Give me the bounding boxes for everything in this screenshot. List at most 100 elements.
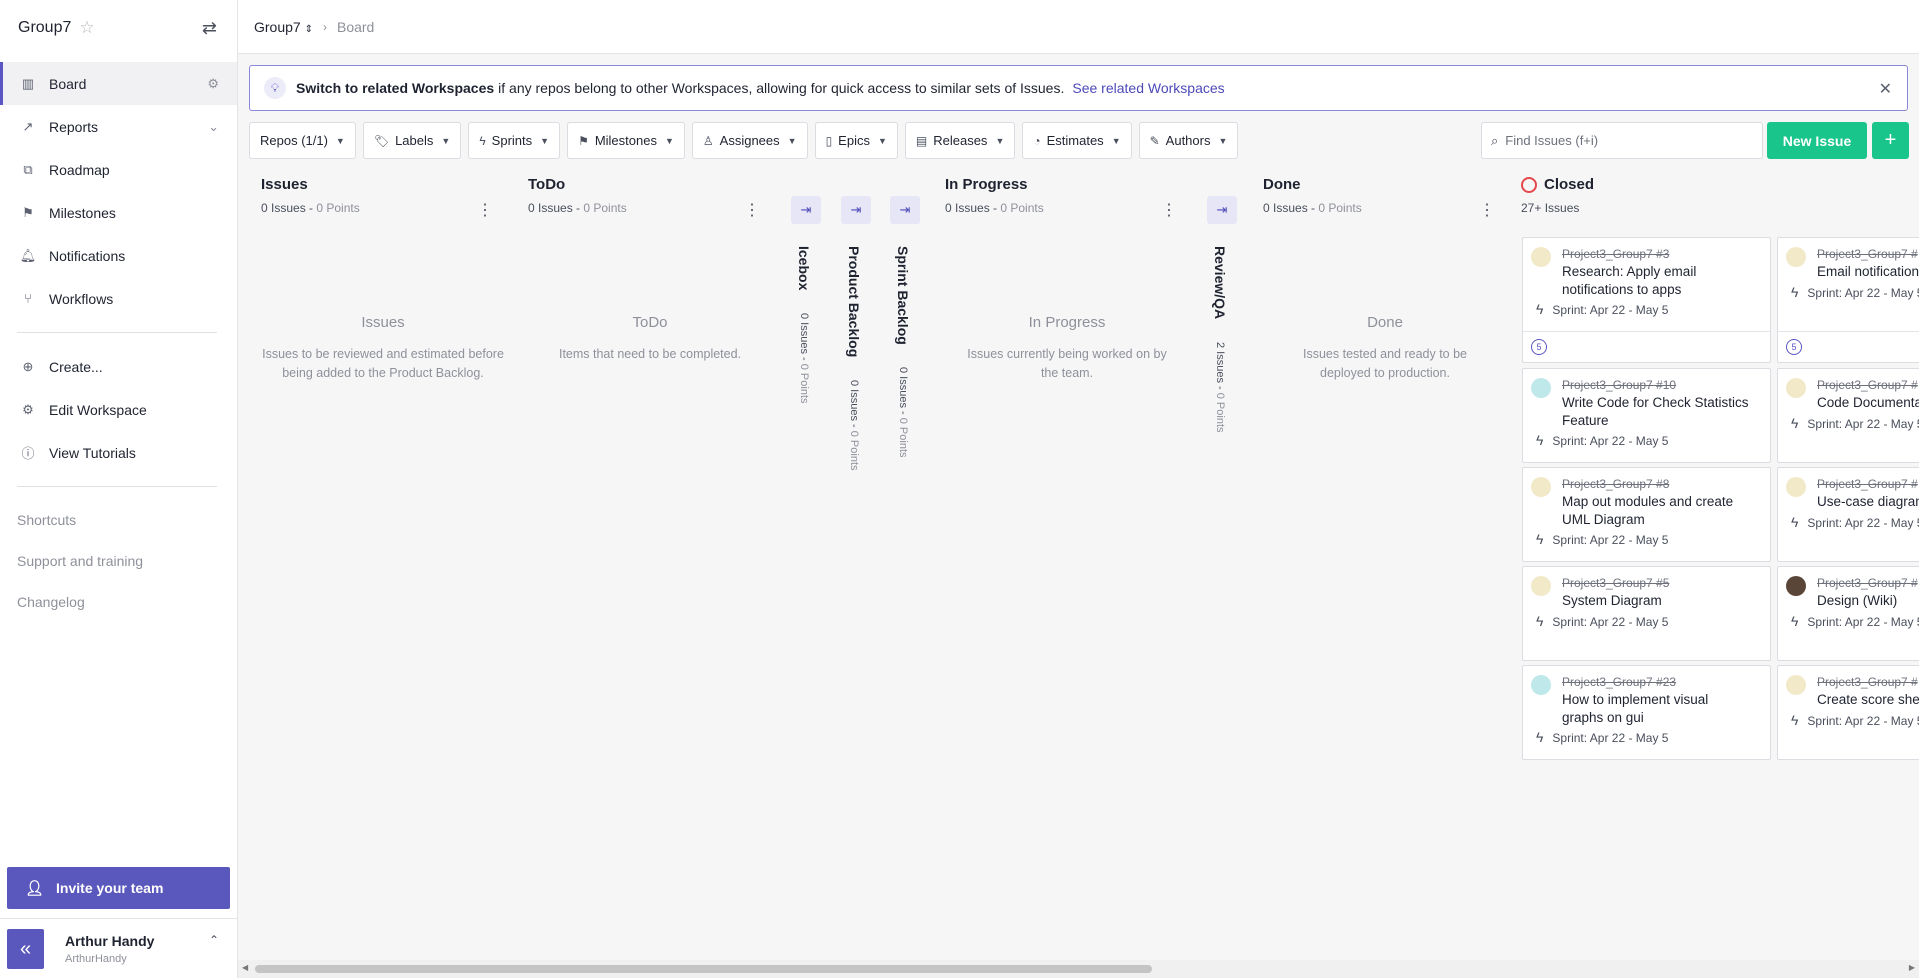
issue-title: System Diagram [1562,593,1662,608]
sidebar-item-roadmap[interactable]: ⧉ Roadmap [0,148,237,191]
issue-number: Project3_Group7 #5 [1562,576,1670,590]
filter-assignees[interactable]: ♙ Assignees ▼ [691,122,808,159]
column-title: ToDo [528,176,566,193]
estimate-badge: 5 [1786,339,1802,355]
column-count: 0 Issues - 0 Points [945,201,1044,215]
chevron-down-icon: ▼ [1218,135,1228,146]
issue-card[interactable]: Project3_Group7 #5 System Diagram ϟ Sprin… [1522,566,1771,661]
issue-number: Project3_Group7 # [1817,378,1918,392]
scroll-left-icon[interactable]: ◀ [242,963,248,972]
filter-releases[interactable]: ▤ Releases ▼ [904,122,1016,159]
bolt-icon: ϟ [1536,301,1544,317]
collapsed-column-product-backlog[interactable]: ⇥ Product Backlog 0 Issues - 0 Points [841,196,871,470]
filter-repos[interactable]: Repos (1/1) ▼ [249,122,356,159]
chevron-up-icon[interactable]: ⌃ [209,933,219,947]
expand-icon[interactable]: ⇥ [890,196,920,224]
scroll-right-icon[interactable]: ▶ [1909,963,1915,972]
issue-card[interactable]: Project3_Group7 #10 Write Code for Check… [1522,368,1771,463]
sidebar-item-label: Edit Workspace [49,401,147,418]
issue-sprint: ϟ Sprint: Apr 22 - May 5 [1536,531,1669,547]
sidebar-item-milestones[interactable]: ⚑ Milestones [0,191,237,234]
workspace-header[interactable]: Group7 ☆ [18,18,95,38]
filter-sprints[interactable]: ϟ Sprints ▼ [468,122,561,159]
column-issues: Issues 0 Issues - 0 Points ⋮ Issues Issu… [261,176,505,380]
issue-card[interactable]: Project3_Group7 # Create score sheet ϟSp… [1777,665,1919,760]
sidebar-item-board[interactable]: ▥ Board ⚙ [0,62,237,105]
collapsed-column-review-qa[interactable]: ⇥ Review/QA 2 Issues - 0 Points [1207,196,1237,432]
divider [17,332,217,333]
bolt-icon: ϟ [1791,613,1799,629]
sidebar-item-edit-workspace[interactable]: ⚙ Edit Workspace [0,388,237,431]
workspace-name[interactable]: Group7 [18,19,71,37]
issue-card[interactable]: Project3_Group7 # Use-case diagram ϟ Spri… [1777,467,1919,562]
collapsed-column-icebox[interactable]: ⇥ Icebox 0 Issues - 0 Points [791,196,821,403]
expand-icon[interactable]: ⇥ [1207,196,1237,224]
add-user-icon: 👤︎ [25,880,45,897]
sidebar-item-workflows[interactable]: ⑂ Workflows [0,277,237,320]
expand-icon[interactable]: ⇥ [841,196,871,224]
help-icon: ⓘ [21,446,35,461]
issue-number: Project3_Group7 #10 [1562,378,1677,392]
bolt-icon: ϟ [1536,613,1544,629]
user-menu[interactable]: « Arthur Handy ArthurHandy ⌃ [0,918,237,978]
sidebar-item-label: Milestones [49,204,116,221]
filter-authors[interactable]: ✎ Authors ▼ [1138,122,1239,159]
chevron-down-icon: ▼ [664,135,674,146]
shortcuts-link[interactable]: Shortcuts [0,499,237,540]
breadcrumb-page: Board [336,18,375,35]
filter-bar: Repos (1/1) ▼ 🏷︎ Labels ▼ ϟ Sprints ▼ ⚑ Milest… [249,122,1245,159]
scrollbar-thumb[interactable] [255,965,1152,973]
more-vertical-icon[interactable]: ⋮ [1479,200,1495,220]
switch-workspace-icon[interactable]: ⇄ [202,18,217,39]
filter-epics[interactable]: ▯ Epics ▼ [814,122,898,159]
invite-label: Invite your team [56,880,164,896]
expand-icon[interactable]: ⇥ [791,196,821,224]
sidebar-item-notifications[interactable]: 🔔︎ Notifications [0,234,237,277]
issue-card[interactable]: Project3_Group7 #3 Research: Apply email… [1522,237,1771,363]
filter-estimates[interactable]: ◔ Estimates ▼ [1022,122,1132,159]
close-icon[interactable]: ✕ [1879,79,1892,99]
column-count: 2 Issues - 0 Points [1214,341,1226,433]
sidebar-item-create[interactable]: ⊕ Create... [0,345,237,388]
search-input[interactable] [1505,133,1736,148]
issue-number: Project3_Group7 #23 [1562,675,1677,689]
more-vertical-icon[interactable]: ⋮ [477,200,493,220]
issue-card[interactable]: Project3_Group7 #8 Map out modules and c… [1522,467,1771,562]
new-issue-button[interactable]: New Issue [1767,122,1867,159]
collapsed-column-sprint-backlog[interactable]: ⇥ Sprint Backlog 0 Issues - 0 Points [890,196,920,458]
gear-icon[interactable]: ⚙ [207,76,219,92]
star-icon[interactable]: ☆ [79,18,94,38]
issue-title: How to implement visual graphs on gui [1562,692,1709,725]
add-button[interactable]: + [1872,122,1909,159]
banner-title: Switch to related Workspaces [296,80,495,96]
board-icon: ▥ [21,75,35,91]
filter-labels[interactable]: 🏷︎ Labels ▼ [362,122,462,159]
see-related-workspaces-link[interactable]: See related Workspaces [1072,80,1224,96]
support-link[interactable]: Support and training [0,540,237,581]
issue-card[interactable]: Project3_Group7 # Code Documentation ϟSp… [1777,368,1919,463]
issue-card[interactable]: Project3_Group7 # Design (Wiki) ϟ Sprint:… [1777,566,1919,661]
issue-title: Create score sheet [1817,692,1919,707]
filter-milestones[interactable]: ⚑ Milestones ▼ [567,122,685,159]
more-vertical-icon[interactable]: ⋮ [1161,200,1177,220]
issue-card[interactable]: Project3_Group7 # Email notification ϟ Sp… [1777,237,1919,363]
sidebar-item-label: Reports [49,118,99,135]
milestone-icon: ⚑ [578,133,589,148]
sidebar-item-reports[interactable]: ↗ Reports ⌄ [0,105,237,148]
horizontal-scrollbar[interactable]: ◀ ▶ [238,960,1919,978]
plus-circle-icon: ⊕ [22,358,34,374]
milestone-icon: ⚑ [22,204,34,220]
more-vertical-icon[interactable]: ⋮ [744,200,760,220]
invite-team-button[interactable]: 👤︎ Invite your team [7,867,230,909]
changelog-link[interactable]: Changelog [0,581,237,622]
breadcrumb-workspace[interactable]: Group7 ⇕ [254,19,313,35]
chevron-down-icon[interactable]: ⌄ [208,119,219,135]
column-count: 0 Issues - 0 Points [798,312,810,404]
sidebar-item-view-tutorials[interactable]: ⓘ View Tutorials [0,431,237,474]
collapse-sidebar-button[interactable]: « [7,929,44,969]
search-input-wrapper[interactable]: ⌕ [1481,122,1763,159]
search-icon: ⌕ [1491,132,1499,148]
lightbulb-icon: 💡︎ [264,77,286,99]
issue-card[interactable]: Project3_Group7 #23 How to implement vis… [1522,665,1771,760]
avatar [1786,247,1806,267]
